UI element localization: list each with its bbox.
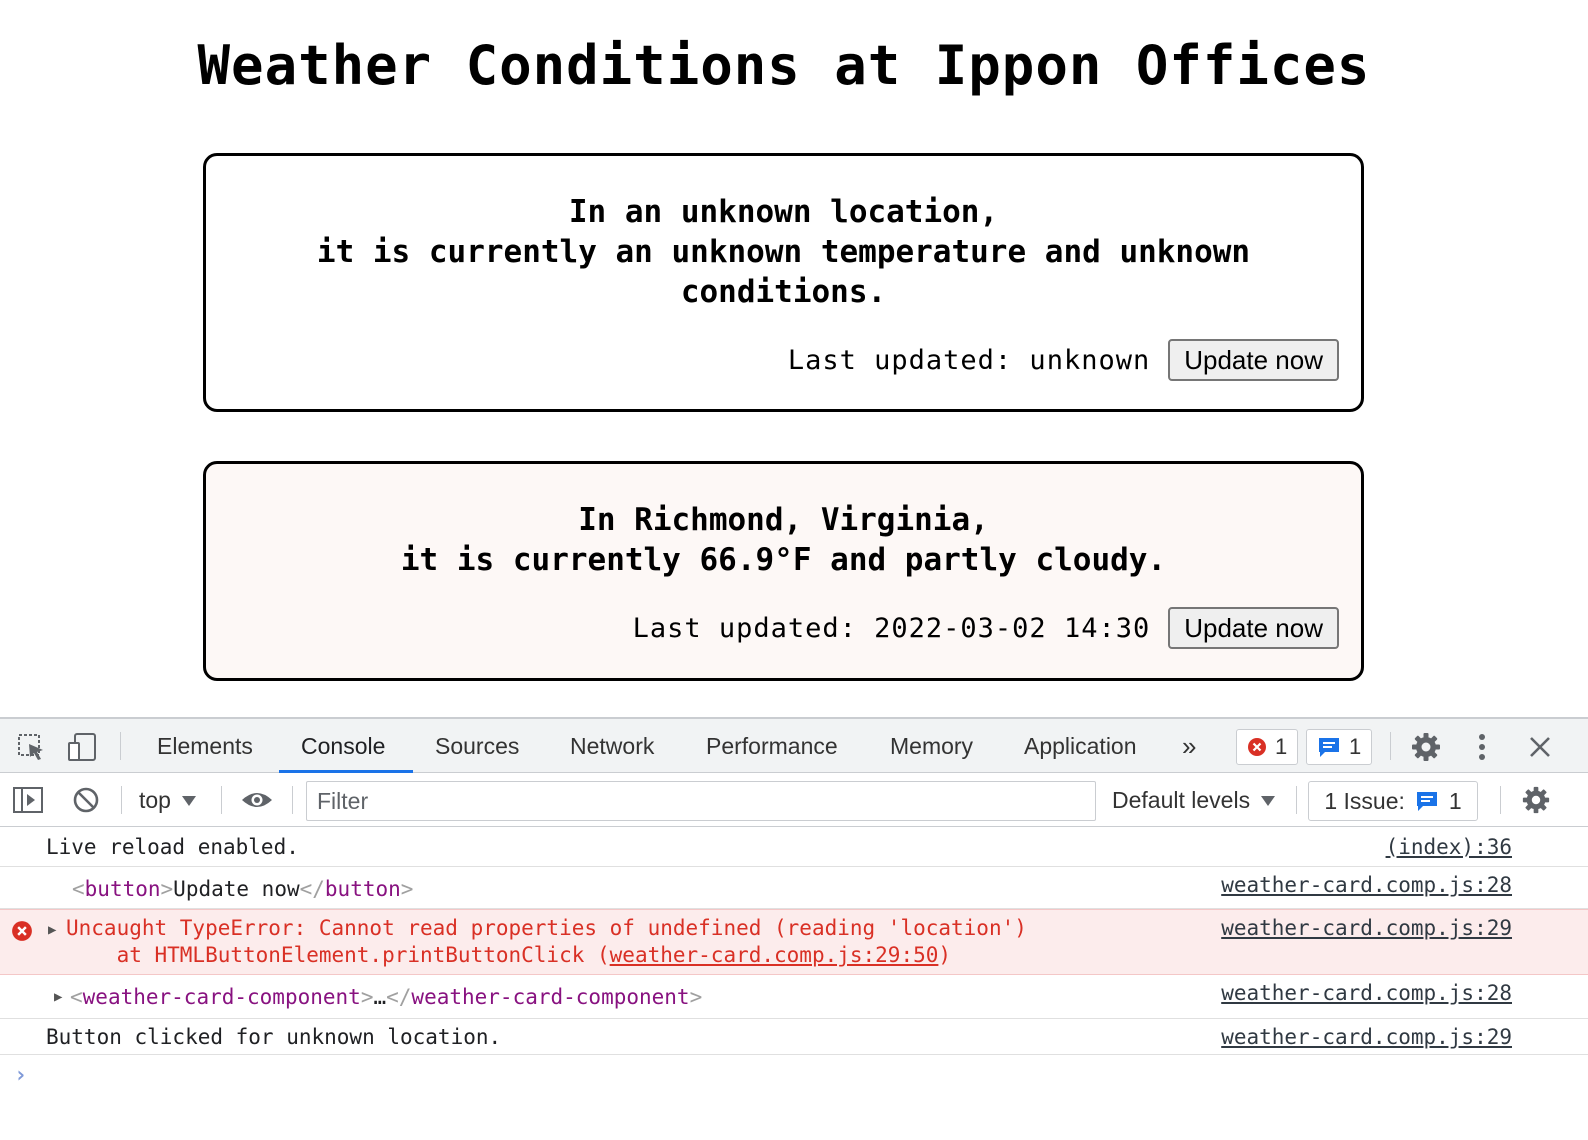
card-footer: Last updated: unknown Update now (788, 339, 1339, 381)
dropdown-arrow-icon (1261, 795, 1276, 806)
tab-network[interactable]: Network (570, 719, 654, 773)
weather-card: In an unknown location, it is currently … (203, 153, 1364, 412)
tab-sources[interactable]: Sources (435, 719, 519, 773)
console-message: Button clicked for unknown location. (46, 1025, 502, 1049)
conditions-line: it is currently an unknown temperature a… (316, 234, 1251, 310)
issues-label: 1 Issue: (1324, 787, 1405, 814)
error-count: 1 (1275, 734, 1288, 759)
context-label: top (139, 787, 171, 813)
console-message[interactable]: <weather-card-component>…</weather-card-… (70, 985, 702, 1009)
message-count: 1 (1349, 734, 1362, 759)
dropdown-arrow-icon (181, 795, 196, 806)
source-link[interactable]: (index):36 (1386, 835, 1512, 859)
page-title: Weather Conditions at Ippon Offices (197, 34, 1371, 97)
console-row: <button>Update now</button> weather-card… (0, 867, 1588, 909)
error-stack-line: at HTMLButtonElement.printButtonClick (w… (66, 943, 952, 967)
console-row: Button clicked for unknown location. wea… (0, 1019, 1588, 1055)
default-levels-label: Default levels (1112, 787, 1251, 813)
kebab-menu-icon[interactable] (1468, 730, 1496, 764)
expand-triangle-icon[interactable]: ▶ (48, 922, 56, 938)
device-toggle-icon[interactable] (64, 731, 100, 763)
tab-application[interactable]: Application (1024, 719, 1137, 773)
tab-console[interactable]: Console (301, 719, 385, 773)
console-row: Live reload enabled. (index):36 (0, 827, 1588, 867)
inspect-element-icon[interactable] (14, 731, 48, 763)
stack-source-link[interactable]: weather-card.comp.js:29:50 (610, 943, 939, 967)
close-icon[interactable] (1524, 730, 1556, 764)
location-line: In Richmond, Virginia, (578, 502, 989, 538)
more-tabs-icon[interactable]: » (1182, 719, 1196, 773)
last-updated-text: Last updated: unknown (787, 344, 1151, 376)
conditions-line: it is currently 66.9°F and partly cloudy… (400, 542, 1167, 578)
weather-message: In an unknown location, it is currently … (266, 192, 1301, 312)
console-message: Live reload enabled. (46, 835, 299, 859)
context-selector[interactable]: top (139, 787, 197, 814)
sidebar-toggle-icon[interactable] (10, 784, 46, 816)
console-message[interactable]: <button>Update now</button> (72, 877, 413, 901)
weather-card: In Richmond, Virginia, it is currently 6… (203, 461, 1364, 681)
source-link[interactable]: weather-card.comp.js:28 (1221, 981, 1512, 1005)
devtools-panel: Elements Console Sources Network Perform… (0, 717, 1588, 1140)
error-message: Uncaught TypeError: Cannot read properti… (66, 916, 1027, 940)
message-counter[interactable]: 1 (1306, 729, 1373, 765)
weather-message: In Richmond, Virginia, it is currently 6… (266, 500, 1301, 580)
error-counter[interactable]: 1 (1236, 729, 1299, 765)
card-footer: Last updated: 2022-03-02 14:30 Update no… (633, 607, 1339, 649)
last-updated-text: Last updated: 2022-03-02 14:30 (632, 612, 1151, 644)
console-settings-icon[interactable] (1518, 784, 1554, 816)
tab-memory[interactable]: Memory (890, 719, 973, 773)
tab-performance[interactable]: Performance (706, 719, 838, 773)
message-icon (1416, 792, 1437, 811)
settings-icon[interactable] (1408, 730, 1444, 764)
source-link[interactable]: weather-card.comp.js:29 (1221, 1025, 1512, 1049)
error-icon (12, 921, 32, 941)
console-row: ▶ <weather-card-component>…</weather-car… (0, 975, 1588, 1019)
expand-triangle-icon[interactable]: ▶ (54, 989, 62, 1005)
message-icon (1319, 738, 1339, 757)
filter-input[interactable] (306, 781, 1096, 821)
console-toolbar: top Default levels 1 Issue: 1 (0, 773, 1588, 827)
issues-count: 1 (1448, 787, 1462, 814)
source-link[interactable]: weather-card.comp.js:29 (1221, 916, 1512, 940)
console-prompt[interactable]: › (14, 1063, 27, 1088)
error-icon (1248, 738, 1266, 756)
console-error-row: ▶ Uncaught TypeError: Cannot read proper… (0, 909, 1588, 975)
tab-elements[interactable]: Elements (157, 719, 253, 773)
eye-icon[interactable] (236, 784, 278, 816)
update-now-button[interactable]: Update now (1168, 607, 1339, 649)
location-line: In an unknown location, (568, 194, 999, 230)
devtools-tabbar: Elements Console Sources Network Perform… (0, 719, 1588, 773)
issues-button[interactable]: 1 Issue: 1 (1308, 781, 1478, 821)
clear-console-icon[interactable] (68, 784, 104, 816)
source-link[interactable]: weather-card.comp.js:28 (1221, 873, 1512, 897)
update-now-button[interactable]: Update now (1168, 339, 1339, 381)
default-levels-dropdown[interactable]: Default levels (1112, 787, 1276, 814)
